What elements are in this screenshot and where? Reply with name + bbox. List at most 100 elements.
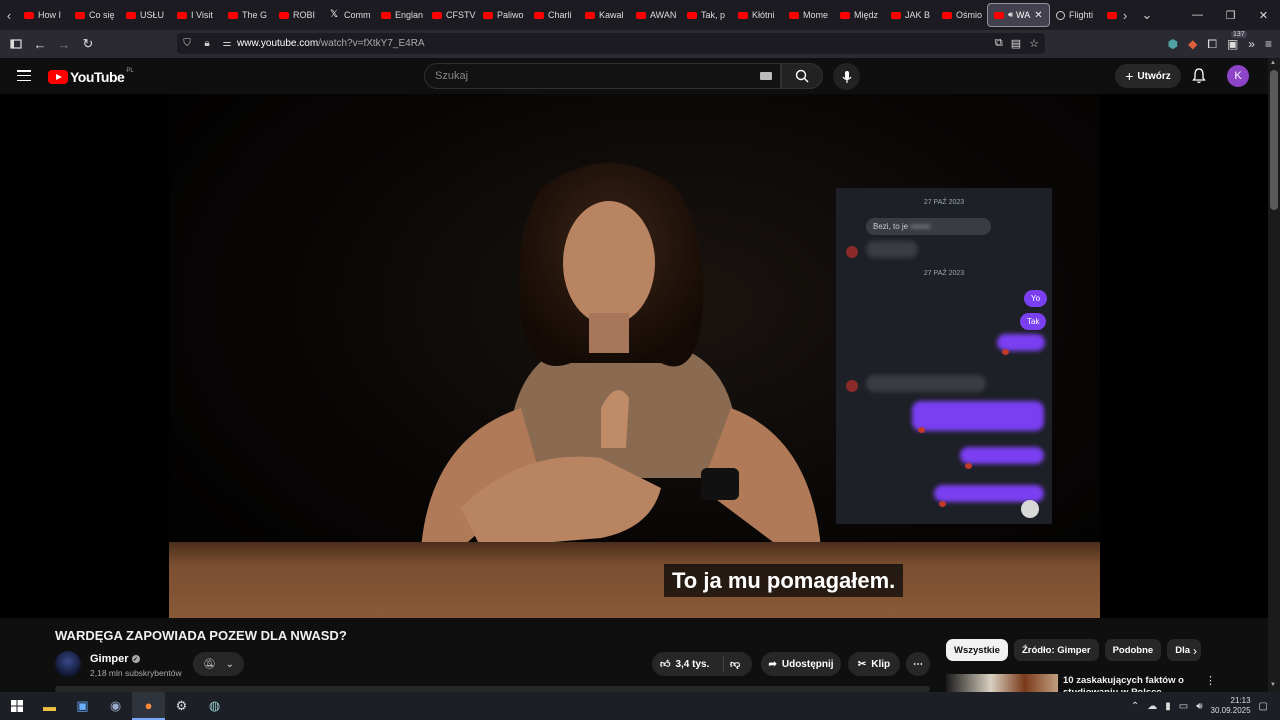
- permissions-icon[interactable]: ⚌: [217, 38, 237, 49]
- youtube-logo[interactable]: YouTube PL: [48, 68, 134, 85]
- browser-tab[interactable]: Paliwo: [477, 3, 528, 27]
- onedrive-cloud-icon[interactable]: ☁: [1147, 701, 1157, 712]
- settings-gear-icon[interactable]: ⚙: [165, 692, 198, 720]
- clock[interactable]: 21:13 30.09.2025: [1211, 696, 1251, 716]
- url-bar[interactable]: ⛉ 🔒︎ ⚌ www.youtube.com/watch?v=fXtkY7_E4…: [177, 33, 1045, 54]
- browser-tab[interactable]: CFSTV: [426, 3, 477, 27]
- browser-tab[interactable]: JAK B: [885, 3, 936, 27]
- subscribed-notifications-button[interactable]: 🔕︎ ⌄: [193, 652, 244, 676]
- browser-tab[interactable]: Charli: [528, 3, 579, 27]
- chip-similar[interactable]: Podobne: [1104, 639, 1162, 661]
- browser-tab-label: Comm: [344, 10, 371, 20]
- scroll-down-icon[interactable]: ▼: [1270, 682, 1276, 688]
- browser-tab-label: The G: [242, 10, 268, 20]
- keyboard-icon[interactable]: [760, 72, 772, 80]
- chips-next-chevron-icon[interactable]: ›: [1193, 644, 1197, 658]
- speaker-icon[interactable]: 🔊︎: [1008, 10, 1013, 20]
- dislike-button[interactable]: 👎︎: [730, 658, 740, 670]
- picture-in-picture-icon[interactable]: ⧉: [995, 37, 1003, 50]
- start-windows-icon[interactable]: [0, 692, 33, 720]
- file-explorer-icon[interactable]: ▬: [33, 692, 66, 720]
- browser-tab[interactable]: Flighti: [1050, 3, 1101, 27]
- related-video-thumbnail[interactable]: [946, 674, 1058, 692]
- browser-tab[interactable]: I Visit: [171, 3, 222, 27]
- overflow-chevron-icon[interactable]: »: [1248, 37, 1255, 51]
- related-video-menu-icon[interactable]: ⋮: [1205, 674, 1216, 687]
- clip-label: Klip: [871, 658, 891, 670]
- maximize-button[interactable]: ❐: [1214, 9, 1247, 22]
- voice-search-button[interactable]: [833, 63, 860, 90]
- firefox-icon[interactable]: ●: [132, 692, 165, 720]
- guide-menu-icon[interactable]: [17, 70, 31, 81]
- browser-tab[interactable]: 𝕏 Comm: [324, 3, 375, 27]
- reload-button[interactable]: ↻: [76, 32, 100, 56]
- close-window-button[interactable]: ✕: [1247, 9, 1280, 22]
- chip-all[interactable]: Wszystkie: [946, 639, 1008, 661]
- extension-fox-icon[interactable]: ◆: [1188, 37, 1197, 51]
- channel-avatar[interactable]: [55, 651, 81, 677]
- monitor-app-icon[interactable]: ▣: [66, 692, 99, 720]
- tab-list-button[interactable]: ⌄: [1138, 0, 1156, 30]
- bookmark-star-icon[interactable]: ☆: [1029, 37, 1039, 50]
- channel-name-link[interactable]: Gimper ✓: [90, 653, 140, 665]
- browser-tab[interactable]: AWAN: [630, 3, 681, 27]
- steam-icon[interactable]: ◉: [99, 692, 132, 720]
- extension-shield-icon[interactable]: ⬢: [1168, 37, 1178, 51]
- browser-tab[interactable]: Mome: [783, 3, 834, 27]
- app-globe-icon[interactable]: ◍: [198, 692, 231, 720]
- forward-button[interactable]: →: [52, 32, 76, 56]
- app-menu-icon[interactable]: ≡: [1265, 37, 1272, 51]
- clip-button[interactable]: ✂ Klip: [848, 652, 900, 676]
- sidebar-toggle-icon[interactable]: [4, 32, 28, 56]
- create-button[interactable]: + Utwórz: [1115, 64, 1181, 88]
- lock-icon[interactable]: 🔒︎: [197, 38, 217, 49]
- browser-tab[interactable]: Englan: [375, 3, 426, 27]
- more-actions-button[interactable]: ⋯: [906, 652, 930, 676]
- minimize-button[interactable]: —: [1181, 9, 1214, 21]
- browser-tab[interactable]: How I: [18, 3, 69, 27]
- browser-tab[interactable]: Ośmio: [936, 3, 987, 27]
- browser-tab-active[interactable]: 🔊︎ WA ✕: [987, 3, 1050, 27]
- back-button[interactable]: ←: [28, 32, 52, 56]
- browser-tab[interactable]: Kawal: [579, 3, 630, 27]
- network-icon[interactable]: ▭: [1179, 701, 1188, 712]
- page-scrollbar[interactable]: ▲ ▼: [1268, 58, 1280, 692]
- scroll-up-icon[interactable]: ▲: [1270, 60, 1276, 66]
- like-button[interactable]: 👍︎ 3,4 tys.: [660, 658, 709, 671]
- notifications-icon[interactable]: ▢: [1259, 701, 1268, 712]
- browser-tab[interactable]: Międz: [834, 3, 885, 27]
- youtube-icon: [891, 11, 901, 19]
- channel-name: Gimper: [90, 653, 129, 665]
- share-button[interactable]: ➦ Udostępnij: [761, 652, 841, 676]
- search-input[interactable]: Szukaj: [424, 63, 781, 89]
- heart-reaction-icon: [1002, 349, 1009, 355]
- browser-tab[interactable]: Kłótni: [732, 3, 783, 27]
- video-player[interactable]: To ja mu pomagałem. 27 PAŹ 2023 Bezi, to…: [0, 94, 1268, 618]
- close-tab-icon[interactable]: ✕: [1034, 10, 1042, 21]
- url-text[interactable]: www.youtube.com/watch?v=fXtkY7_E4RA: [237, 38, 425, 49]
- browser-tab[interactable]: Tak, p: [681, 3, 732, 27]
- search-button[interactable]: [781, 63, 823, 89]
- volume-icon[interactable]: 🔊︎: [1196, 701, 1202, 712]
- tab-scroll-right-button[interactable]: ›: [1116, 0, 1134, 30]
- scrollbar-thumb[interactable]: [1270, 70, 1278, 210]
- browser-tab[interactable]: The G: [222, 3, 273, 27]
- extensions-puzzle-icon[interactable]: ⧠: [1207, 37, 1217, 52]
- plus-icon: +: [1125, 68, 1134, 84]
- usb-icon[interactable]: ▮: [1165, 701, 1171, 712]
- globe-icon: [1056, 10, 1065, 20]
- extension-badge-icon[interactable]: ▣ 137: [1227, 31, 1247, 51]
- account-avatar[interactable]: K: [1227, 65, 1249, 87]
- chat-avatar: [846, 246, 858, 258]
- tray-chevron-up-icon[interactable]: ⌃: [1131, 701, 1139, 712]
- reader-view-icon[interactable]: ▤: [1011, 37, 1021, 50]
- youtube-icon: [687, 11, 697, 19]
- browser-tab[interactable]: USŁU: [120, 3, 171, 27]
- browser-tab[interactable]: Co się: [69, 3, 120, 27]
- notifications-bell-icon[interactable]: [1192, 68, 1206, 89]
- browser-tab[interactable]: ROBI: [273, 3, 324, 27]
- tab-scroll-left-button[interactable]: ‹: [0, 0, 18, 30]
- related-video-title[interactable]: 10 zaskakujących faktów o studiowaniu w …: [1063, 675, 1198, 693]
- shield-icon[interactable]: ⛉: [177, 38, 197, 49]
- chip-source-channel[interactable]: Źródło: Gimper: [1013, 639, 1099, 661]
